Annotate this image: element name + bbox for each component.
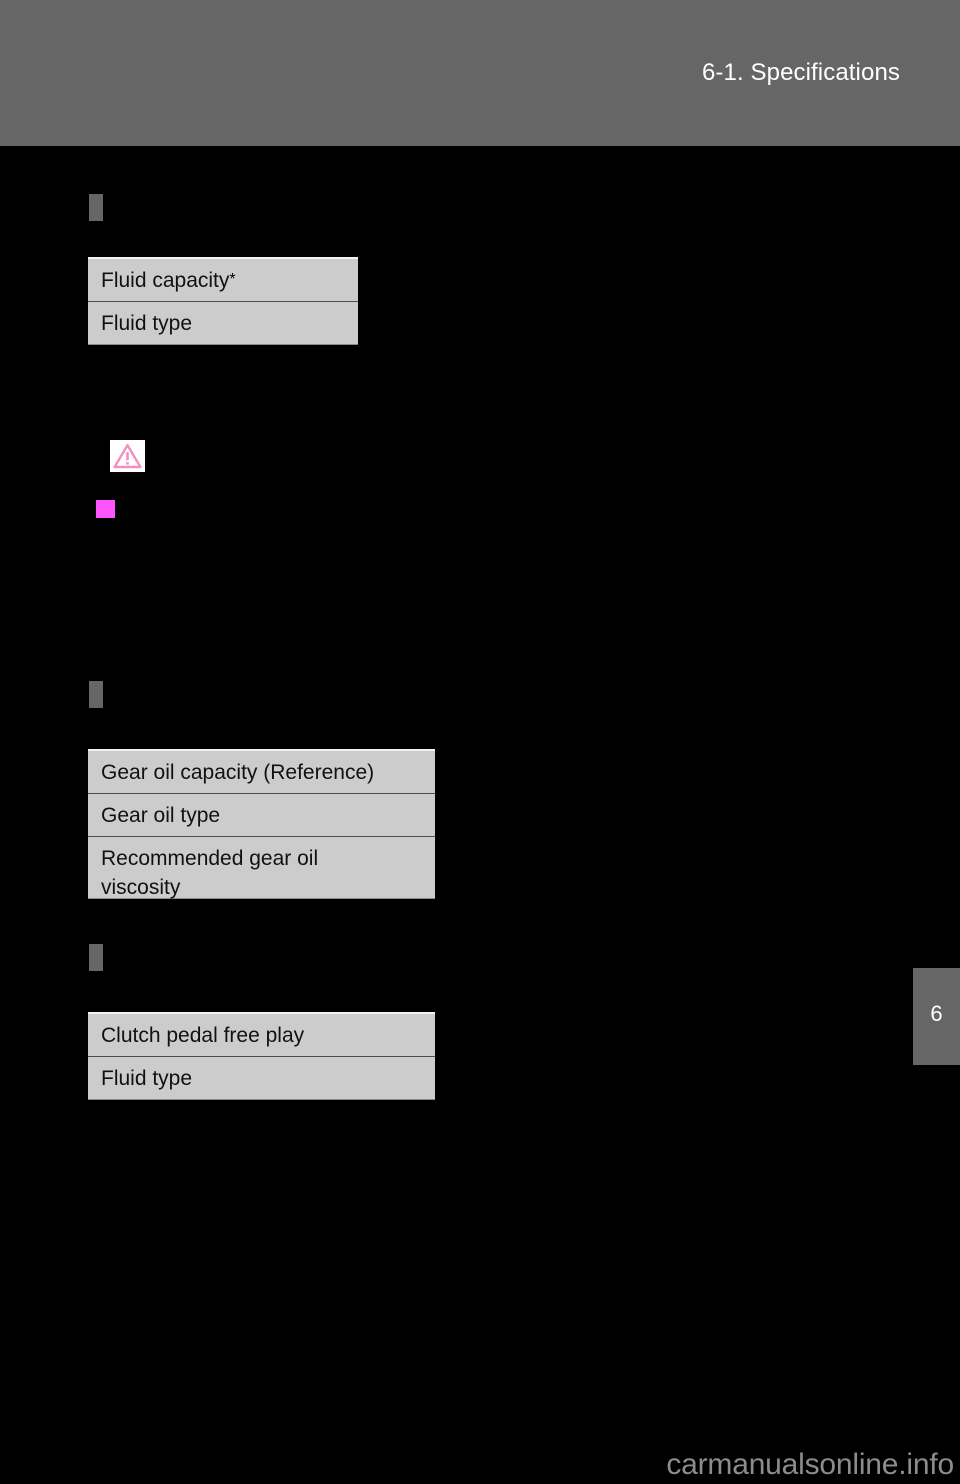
spec-label-gear-oil-type: Gear oil type: [101, 803, 221, 827]
site-watermark: carmanualsonline.info: [666, 1448, 954, 1481]
spec-label-gear-oil-capacity: Gear oil capacity (Reference): [101, 760, 375, 784]
table-row: Gear oil capacity (Reference): [88, 751, 435, 794]
spec-label-fluid-type: Fluid type: [101, 311, 193, 335]
spec-label-clutch-fluid-type: Fluid type: [101, 1066, 193, 1090]
chapter-number: 6: [930, 1001, 943, 1026]
section-marker-fluid: [89, 194, 103, 221]
table-row: Recommended gear oil viscosity: [88, 837, 435, 899]
section-marker-gear-oil: [89, 681, 103, 708]
magenta-bullet-square: [96, 500, 115, 518]
page-title: 6-1. Specifications: [701, 59, 900, 86]
table-row: Clutch pedal free play: [88, 1014, 435, 1057]
gear-oil-spec-table: Gear oil capacity (Reference) Gear oil t…: [88, 749, 435, 899]
chapter-tab: 6: [913, 968, 960, 1065]
manual-page: 6-1. Specifications Fluid capacity * Flui…: [0, 0, 960, 1484]
clutch-spec-table: Clutch pedal free play Fluid type: [88, 1012, 435, 1100]
warning-triangle-icon: [110, 440, 145, 472]
table-row: Gear oil type: [88, 794, 435, 837]
page-header-band: 6-1. Specifications: [0, 0, 960, 146]
spec-label-recommended-gear-oil-viscosity: Recommended gear oil viscosity: [101, 847, 319, 899]
table-row: Fluid type: [88, 302, 358, 345]
fluid-spec-table: Fluid capacity * Fluid type: [88, 257, 358, 345]
table-row: Fluid type: [88, 1057, 435, 1100]
spec-label-clutch-pedal-free-play: Clutch pedal free play: [101, 1023, 305, 1047]
footnote-asterisk: *: [229, 271, 236, 288]
section-marker-clutch: [89, 944, 103, 971]
table-row: Fluid capacity *: [88, 259, 358, 302]
spec-label-fluid-capacity: Fluid capacity: [101, 268, 230, 292]
